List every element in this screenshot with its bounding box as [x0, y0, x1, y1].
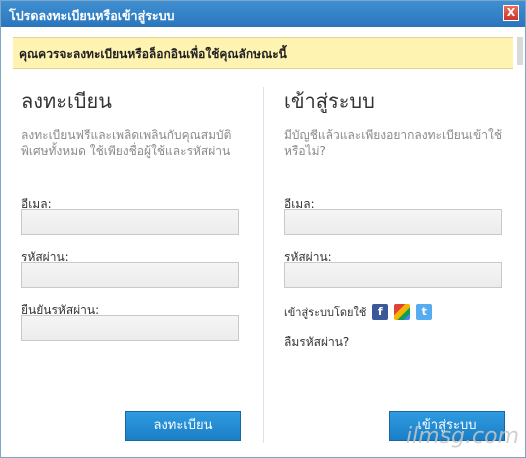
- login-heading: เข้าสู่ระบบ: [284, 89, 375, 113]
- login-password-field[interactable]: [284, 262, 502, 288]
- close-button[interactable]: X: [503, 5, 519, 21]
- register-password-field[interactable]: [21, 262, 239, 288]
- register-heading: ลงทะเบียน: [21, 89, 112, 113]
- login-email-field[interactable]: [284, 209, 502, 235]
- dialog-title: โปรดลงทะเบียนหรือเข้าสู่ระบบ: [9, 8, 175, 23]
- watermark: ilmsg.com: [405, 424, 519, 449]
- register-email-field[interactable]: [21, 209, 239, 235]
- notice-text: คุณควรจะลงทะเบียนหรือล็อกอินเพื่อใช้คุณล…: [19, 47, 287, 61]
- column-divider: [263, 87, 264, 443]
- register-confirm-password-field[interactable]: [21, 315, 239, 341]
- social-login-label: เข้าสู่ระบบโดยใช้: [284, 306, 367, 319]
- notice-banner: คุณควรจะลงทะเบียนหรือล็อกอินเพื่อใช้คุณล…: [13, 37, 513, 69]
- scrollbar[interactable]: [517, 37, 523, 65]
- login-dialog: โปรดลงทะเบียนหรือเข้าสู่ระบบ X คุณควรจะล…: [0, 0, 526, 458]
- register-button[interactable]: ลงทะเบียน: [125, 411, 241, 441]
- twitter-icon[interactable]: t: [416, 304, 433, 320]
- login-section: เข้าสู่ระบบ มีบัญชีแล้วและเพียงอยากลงทะเ…: [284, 85, 520, 349]
- title-bar[interactable]: โปรดลงทะเบียนหรือเข้าสู่ระบบ X: [1, 1, 525, 27]
- forgot-password-link[interactable]: ลืมรหัสผ่าน?: [284, 333, 349, 352]
- login-description: มีบัญชีแล้วและเพียงอยากลงทะเบียนเข้าใช้ห…: [284, 128, 502, 158]
- google-plus-icon[interactable]: [394, 304, 411, 320]
- register-description: ลงทะเบียนฟรีและเพลิดเพลินกับคุณสมบัติพิเ…: [21, 128, 232, 158]
- register-section: ลงทะเบียน ลงทะเบียนฟรีและเพลิดเพลินกับคุ…: [21, 85, 257, 341]
- facebook-icon[interactable]: f: [372, 304, 389, 320]
- social-login: เข้าสู่ระบบโดยใช้ f t: [284, 303, 433, 321]
